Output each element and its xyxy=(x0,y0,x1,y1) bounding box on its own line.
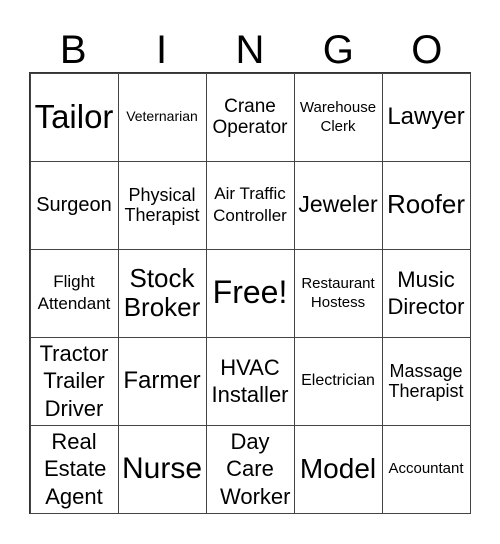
cell-label: Model xyxy=(299,453,377,485)
cell-label: Day Care Worker xyxy=(220,428,291,509)
bingo-cell[interactable]: Nurse xyxy=(117,424,207,514)
bingo-cell[interactable]: Surgeon xyxy=(29,160,119,250)
header-letter: B xyxy=(59,28,87,72)
cell-label: Veternarian xyxy=(126,108,198,125)
cell-label: HVAC Installer xyxy=(211,354,289,408)
cell-label: Real Estate Agent xyxy=(44,428,107,509)
bingo-cell[interactable]: Farmer xyxy=(117,336,207,426)
cell-label: Crane Operator xyxy=(212,95,288,138)
bingo-cell[interactable]: Real Estate Agent xyxy=(29,424,119,514)
header-letter: I xyxy=(156,28,168,72)
bingo-cell[interactable]: Stock Broker xyxy=(117,248,207,338)
cell-label: Restaurant Hostess xyxy=(301,274,375,312)
bingo-cell[interactable]: Roofer xyxy=(381,160,471,250)
bingo-header: B I N G O xyxy=(29,28,471,72)
cell-label: Roofer xyxy=(386,189,466,220)
bingo-cell[interactable]: Electrician xyxy=(293,336,383,426)
header-letter: N xyxy=(235,28,265,72)
bingo-cell[interactable]: Crane Operator xyxy=(205,72,295,162)
bingo-cell[interactable]: Accountant xyxy=(381,424,471,514)
cell-label: Warehouse Clerk xyxy=(299,98,377,136)
header-letter: O xyxy=(411,28,443,72)
bingo-grid: Tailor Veternarian Crane Operator Wareho… xyxy=(29,72,471,514)
bingo-cell[interactable]: Restaurant Hostess xyxy=(293,248,383,338)
cell-label: Stock Broker xyxy=(123,262,201,322)
bingo-cell[interactable]: Jeweler xyxy=(293,160,383,250)
bingo-cell[interactable]: Day Care Worker xyxy=(205,424,295,514)
bingo-cell[interactable]: Warehouse Clerk xyxy=(293,72,383,162)
bingo-cell[interactable]: HVAC Installer xyxy=(205,336,295,426)
bingo-cell[interactable]: Lawyer xyxy=(381,72,471,162)
bingo-cell[interactable]: Music Director xyxy=(381,248,471,338)
bingo-cell[interactable]: Model xyxy=(293,424,383,514)
cell-label: Lawyer xyxy=(387,102,465,130)
cell-label: Tractor Trailer Driver xyxy=(39,340,109,421)
cell-label: Jeweler xyxy=(298,191,378,218)
cell-label: Accountant xyxy=(388,459,464,477)
cell-label: Nurse xyxy=(121,452,203,486)
cell-label: Air Traffic Controller xyxy=(213,183,287,225)
bingo-cell[interactable]: Flight Attendant xyxy=(29,248,119,338)
bingo-cell[interactable]: Free! xyxy=(205,248,295,338)
cell-label: Flight Attendant xyxy=(37,271,111,313)
bingo-cell[interactable]: Air Traffic Controller xyxy=(205,160,295,250)
cell-label: Electrician xyxy=(301,372,375,390)
header-letter: G xyxy=(322,28,354,72)
cell-label: Music Director xyxy=(387,266,465,320)
cell-label: Massage Therapist xyxy=(388,360,464,401)
cell-label: Free! xyxy=(212,274,288,311)
bingo-cell[interactable]: Tractor Trailer Driver xyxy=(29,336,119,426)
bingo-cell[interactable]: Physical Therapist xyxy=(117,160,207,250)
bingo-cell[interactable]: Veternarian xyxy=(117,72,207,162)
bingo-cell[interactable]: Tailor xyxy=(29,72,119,162)
bingo-cell[interactable]: Massage Therapist xyxy=(381,336,471,426)
cell-label: Tailor xyxy=(34,97,114,135)
cell-label: Physical Therapist xyxy=(124,184,200,225)
cell-label: Farmer xyxy=(123,366,201,394)
cell-label: Surgeon xyxy=(36,193,112,216)
